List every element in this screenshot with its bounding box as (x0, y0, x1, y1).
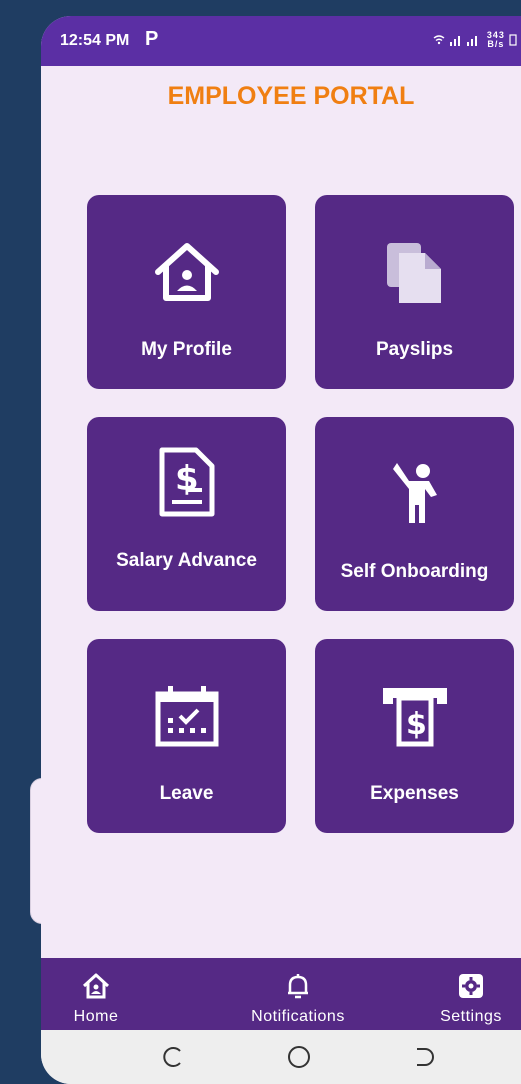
battery-icon (509, 34, 517, 46)
documents-icon (315, 237, 514, 307)
tile-label: My Profile (141, 339, 232, 360)
dollar-document-icon: $ (87, 447, 286, 517)
phone-screen: 12:54 PM P 343 B/s EMPLOYEE PORTAL My Pr… (41, 16, 521, 1084)
person-waving-icon (315, 457, 514, 527)
page-title: EMPLOYEE PORTAL (167, 82, 415, 110)
network-speed: 343 B/s (487, 31, 505, 49)
tile-label: Self Onboarding (340, 561, 489, 582)
nav-label: Home (73, 1008, 119, 1025)
svg-text:$: $ (406, 707, 427, 742)
tile-expenses[interactable]: $ Expenses (315, 639, 514, 833)
svg-text:$: $ (175, 459, 199, 499)
tile-payslips[interactable]: Payslips (315, 195, 514, 389)
nav-notifications[interactable]: Notifications (228, 958, 368, 1030)
nav-settings[interactable]: Settings (421, 958, 521, 1030)
tile-my-profile[interactable]: My Profile (87, 195, 286, 389)
wifi-icon (433, 35, 445, 45)
calendar-check-icon (87, 681, 286, 751)
speed-unit: B/s (487, 39, 505, 49)
tile-salary-advance[interactable]: $ Salary Advance (87, 417, 286, 611)
bell-icon (286, 972, 310, 1000)
tile-leave[interactable]: Leave (87, 639, 286, 833)
tile-label: Leave (159, 783, 214, 804)
tile-label: Expenses (370, 783, 459, 804)
system-navigation-bar (41, 1030, 521, 1084)
tile-self-onboarding[interactable]: Self Onboarding (315, 417, 514, 611)
nav-home[interactable]: Home (41, 958, 151, 1030)
recents-button[interactable] (159, 1044, 189, 1070)
status-icons: 343 B/s (433, 31, 517, 49)
home-button[interactable] (284, 1044, 314, 1070)
status-time: 12:54 PM (60, 32, 130, 49)
nav-label: Settings (440, 1008, 502, 1025)
bottom-navigation: Home Notifications Settings (41, 958, 521, 1030)
signal-icon (449, 36, 477, 46)
back-button[interactable] (409, 1044, 439, 1070)
tile-label: Salary Advance (116, 550, 257, 571)
cash-withdrawal-icon: $ (315, 681, 514, 751)
app-badge-icon: P (145, 28, 159, 50)
nav-label: Notifications (251, 1008, 345, 1025)
gear-icon (458, 972, 484, 1000)
home-profile-icon (87, 237, 286, 307)
home-icon (81, 972, 111, 1000)
status-bar: 12:54 PM P 343 B/s (41, 16, 521, 66)
tile-label: Payslips (375, 339, 454, 360)
